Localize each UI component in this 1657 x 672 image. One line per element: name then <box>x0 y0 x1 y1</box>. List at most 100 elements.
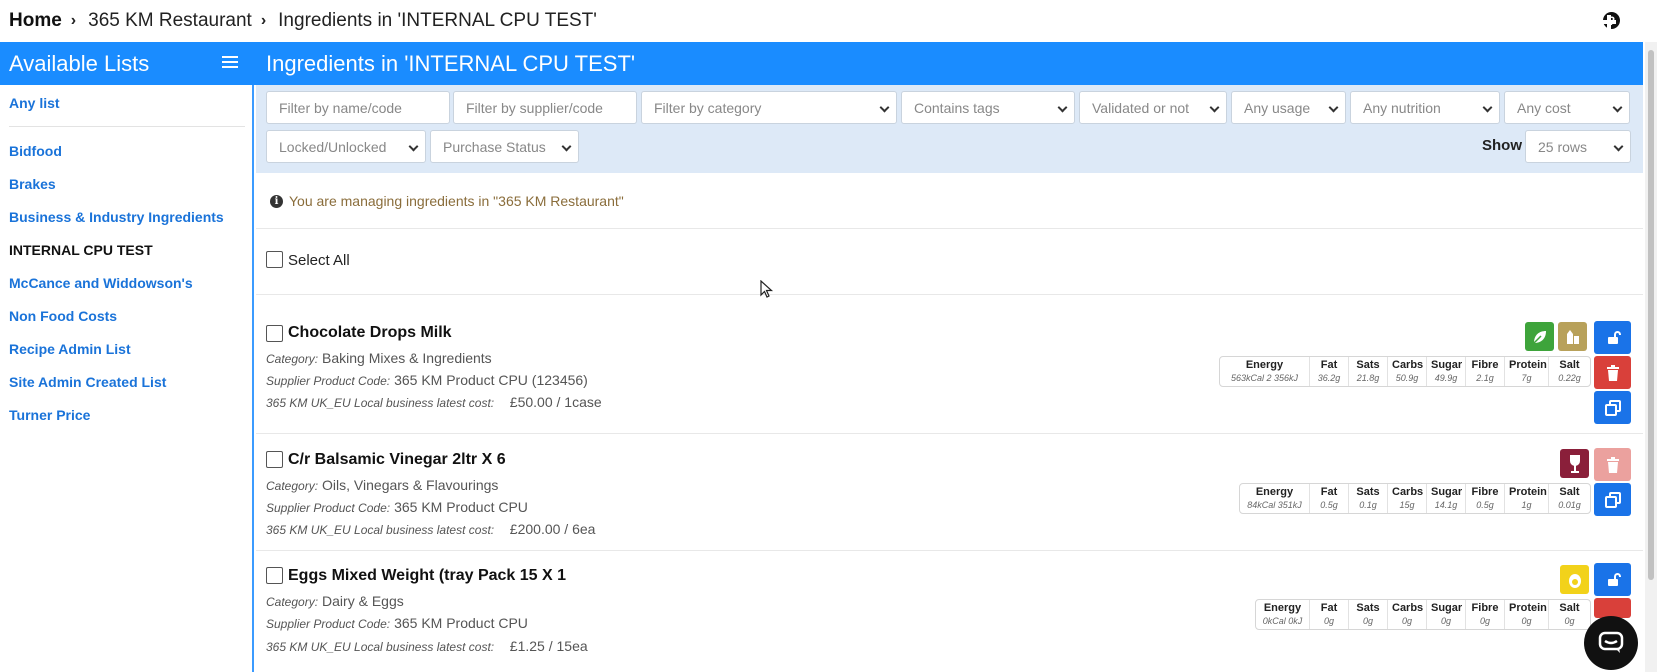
copy-icon <box>1604 491 1621 508</box>
ingredient-name[interactable]: Chocolate Drops Milk <box>288 324 452 342</box>
delete-button[interactable] <box>1594 448 1631 481</box>
filter-category-select[interactable]: Filter by category <box>641 91 897 124</box>
filter-cost-select[interactable]: Any cost <box>1504 91 1630 124</box>
ingredient-category: Category: Dairy & Eggs <box>266 593 404 609</box>
show-label: Show <box>1482 137 1522 154</box>
nutrition-sugar: Sugar 14.1g <box>1427 484 1466 513</box>
ingredient-checkbox[interactable] <box>266 567 283 584</box>
delete-button[interactable] <box>1594 598 1631 618</box>
select-all-checkbox[interactable] <box>266 251 283 268</box>
sidebar: Any list Bidfood Brakes Business & Indus… <box>0 85 254 672</box>
sidebar-item-business-industry[interactable]: Business & Industry Ingredients <box>9 209 224 225</box>
filter-validated-select[interactable]: Validated or not <box>1079 91 1227 124</box>
unlock-icon <box>1607 572 1621 586</box>
sidebar-item-brakes[interactable]: Brakes <box>9 176 56 192</box>
ingredient-name[interactable]: C/r Balsamic Vinegar 2ltr X 6 <box>288 451 506 469</box>
nutrition-table: Energy 84kCal 351kJ Fat 0.5g Sats 0.1g Carb… <box>1239 483 1591 514</box>
unlock-button[interactable] <box>1594 321 1631 354</box>
sync-icon[interactable] <box>1554 13 1572 31</box>
nutrition-fat: Fat 36.2g <box>1310 357 1349 386</box>
filter-nutrition-select[interactable]: Any nutrition <box>1350 91 1500 124</box>
nutrition-energy: Energy 84kCal 351kJ <box>1240 484 1310 513</box>
sidebar-title: Available Lists <box>9 50 150 76</box>
main-header: Ingredients in 'INTERNAL CPU TEST' <box>256 42 1643 85</box>
copy-button[interactable] <box>1594 483 1631 516</box>
filter-supplier-input[interactable]: Filter by supplier/code <box>453 91 637 124</box>
ingredient-name[interactable]: Eggs Mixed Weight (tray Pack 15 X 1 <box>288 567 566 585</box>
sidebar-item-non-food-costs[interactable]: Non Food Costs <box>9 308 117 324</box>
unlock-button[interactable] <box>1594 563 1631 596</box>
cost-value: £50.00 / 1case <box>509 394 602 410</box>
supplier-code-value: 365 KM Product CPU <box>394 499 528 515</box>
nutrition-table: Energy 0kCal 0kJ Fat 0g Sats 0g Carbs 0g Sug… <box>1255 599 1591 630</box>
sidebar-item-bidfood[interactable]: Bidfood <box>9 143 62 159</box>
nutrition-carbs: Carbs 0g <box>1388 600 1427 629</box>
sidebar-item-mccance[interactable]: McCance and Widdowson's <box>9 275 193 291</box>
chat-button[interactable] <box>1584 616 1638 670</box>
copy-button[interactable] <box>1594 391 1631 424</box>
info-text: You are managing ingredients in "365 KM … <box>289 193 624 209</box>
nutrition-salt: Salt 0g <box>1559 602 1580 626</box>
sidebar-item-internal-cpu-test[interactable]: INTERNAL CPU TEST <box>9 242 153 258</box>
scrollbar[interactable] <box>1645 42 1657 672</box>
nutrition-protein: Protein 7g <box>1505 357 1549 386</box>
category-label: Category: <box>266 479 319 493</box>
sidebar-item-recipe-admin[interactable]: Recipe Admin List <box>9 341 131 357</box>
filter-tags-select[interactable]: Contains tags <box>901 91 1075 124</box>
list-icon[interactable] <box>222 56 238 70</box>
category-value: Baking Mixes & Ingredients <box>322 350 492 366</box>
category-value: Dairy & Eggs <box>322 593 404 609</box>
wine-glass-icon <box>1560 449 1589 478</box>
nutrition-fibre: Fibre 0g <box>1466 600 1505 629</box>
breadcrumb-home[interactable]: Home <box>9 10 62 32</box>
divider <box>256 433 1643 434</box>
ingredient-cost: 365 KM UK_EU Local business latest cost:… <box>266 638 588 654</box>
category-label: Category: <box>266 352 319 366</box>
info-message: i You are managing ingredients in "365 K… <box>270 193 624 209</box>
trash-icon <box>1606 456 1619 473</box>
nutrition-energy: Energy 0kCal 0kJ <box>1256 600 1310 629</box>
sidebar-item-site-admin[interactable]: Site Admin Created List <box>9 374 166 390</box>
sidebar-item-any-list[interactable]: Any list <box>9 95 60 111</box>
filter-name-input[interactable]: Filter by name/code <box>266 91 450 124</box>
egg-icon <box>1560 565 1589 594</box>
ingredient-supplier-code: Supplier Product Code: 365 KM Product CPU… <box>266 372 588 388</box>
chat-icon <box>1598 631 1624 653</box>
breadcrumb-restaurant[interactable]: 365 KM Restaurant <box>88 10 252 32</box>
nutrition-salt: Salt 0.01g <box>1558 486 1581 510</box>
ingredient-cost: 365 KM UK_EU Local business latest cost:… <box>266 521 595 537</box>
supplier-code-value: 365 KM Product CPU (123456) <box>394 372 588 388</box>
cost-value: £200.00 / 6ea <box>509 521 596 537</box>
nutrition-fibre: Fibre 0.5g <box>1466 484 1505 513</box>
download-icon[interactable] <box>1462 13 1480 31</box>
mouse-cursor-icon <box>760 280 774 298</box>
category-value: Oils, Vinegars & Flavourings <box>322 477 499 493</box>
filter-usage-select[interactable]: Any usage <box>1231 91 1346 124</box>
ingredient-checkbox[interactable] <box>266 325 283 342</box>
nutrition-protein: Protein 0g <box>1505 600 1549 629</box>
ingredient-supplier-code: Supplier Product Code: 365 KM Product CPU <box>266 499 528 515</box>
filter-locked-select[interactable]: Locked/Unlocked <box>266 130 426 163</box>
trash-icon <box>1606 364 1619 381</box>
scrollbar-thumb[interactable] <box>1648 50 1654 580</box>
supplier-code-label: Supplier Product Code: <box>266 374 391 388</box>
sidebar-divider <box>9 126 245 127</box>
copy-icon <box>1604 399 1621 416</box>
delete-button[interactable] <box>1594 356 1631 389</box>
nutrition-carbs: Carbs 50.9g <box>1388 357 1427 386</box>
plus-icon[interactable] <box>1600 13 1618 31</box>
ingredient-checkbox[interactable] <box>266 451 283 468</box>
ingredient-cost: 365 KM UK_EU Local business latest cost:… <box>266 394 602 410</box>
rows-select[interactable]: 25 rows <box>1525 130 1631 163</box>
sidebar-item-turner-price[interactable]: Turner Price <box>9 407 90 423</box>
filter-purchase-status-select[interactable]: Purchase Status <box>430 130 579 163</box>
nutrition-sats: Sats 0g <box>1349 600 1388 629</box>
allergen-milk-icon <box>1558 322 1587 351</box>
ingredient-supplier-code: Supplier Product Code: 365 KM Product CPU <box>266 615 528 631</box>
sidebar-header: Available Lists <box>0 42 256 85</box>
supplier-code-label: Supplier Product Code: <box>266 501 391 515</box>
upload-icon[interactable] <box>1508 13 1526 31</box>
supplier-code-value: 365 KM Product CPU <box>394 615 528 631</box>
chevron-right-icon: › <box>70 12 77 29</box>
cost-label: 365 KM UK_EU Local business latest cost: <box>266 640 495 654</box>
